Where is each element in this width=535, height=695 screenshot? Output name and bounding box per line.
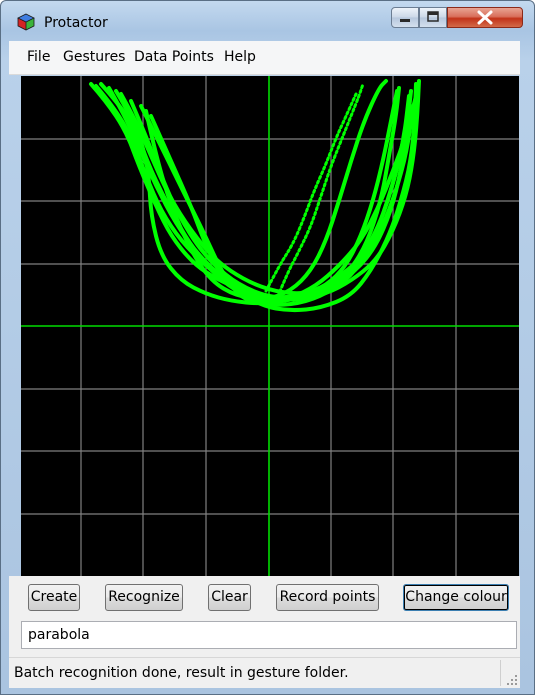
change-colour-button[interactable]: Change colour bbox=[403, 584, 509, 611]
record-points-button[interactable]: Record points bbox=[276, 584, 379, 611]
menu-file[interactable]: File bbox=[27, 49, 50, 65]
minimize-button[interactable] bbox=[391, 7, 419, 28]
app-window: Protactor File Gestures Data Points Help bbox=[0, 0, 535, 695]
resize-grip-icon[interactable] bbox=[506, 674, 518, 686]
close-icon bbox=[477, 10, 493, 25]
gesture-canvas[interactable] bbox=[21, 76, 519, 576]
title-bar[interactable]: Protactor bbox=[1, 1, 534, 39]
menu-bar: File Gestures Data Points Help bbox=[9, 41, 520, 75]
recognize-button[interactable]: Recognize bbox=[105, 584, 183, 611]
create-button[interactable]: Create bbox=[28, 584, 80, 611]
menu-gestures[interactable]: Gestures bbox=[63, 49, 125, 65]
app-cube-icon bbox=[17, 13, 35, 31]
gesture-name-input[interactable]: parabola bbox=[21, 621, 517, 649]
gesture-drawing bbox=[21, 76, 519, 576]
window-title: Protactor bbox=[44, 15, 108, 31]
minimize-icon bbox=[400, 19, 410, 22]
status-bar: Batch recognition done, result in gestur… bbox=[9, 657, 520, 688]
clear-button[interactable]: Clear bbox=[208, 584, 251, 611]
close-button[interactable] bbox=[447, 7, 523, 28]
status-separator bbox=[500, 660, 501, 686]
menu-help[interactable]: Help bbox=[224, 49, 256, 65]
maximize-button[interactable] bbox=[419, 7, 447, 28]
maximize-icon bbox=[427, 11, 439, 22]
menu-data-points[interactable]: Data Points bbox=[134, 49, 214, 65]
status-text: Batch recognition done, result in gestur… bbox=[14, 665, 349, 681]
